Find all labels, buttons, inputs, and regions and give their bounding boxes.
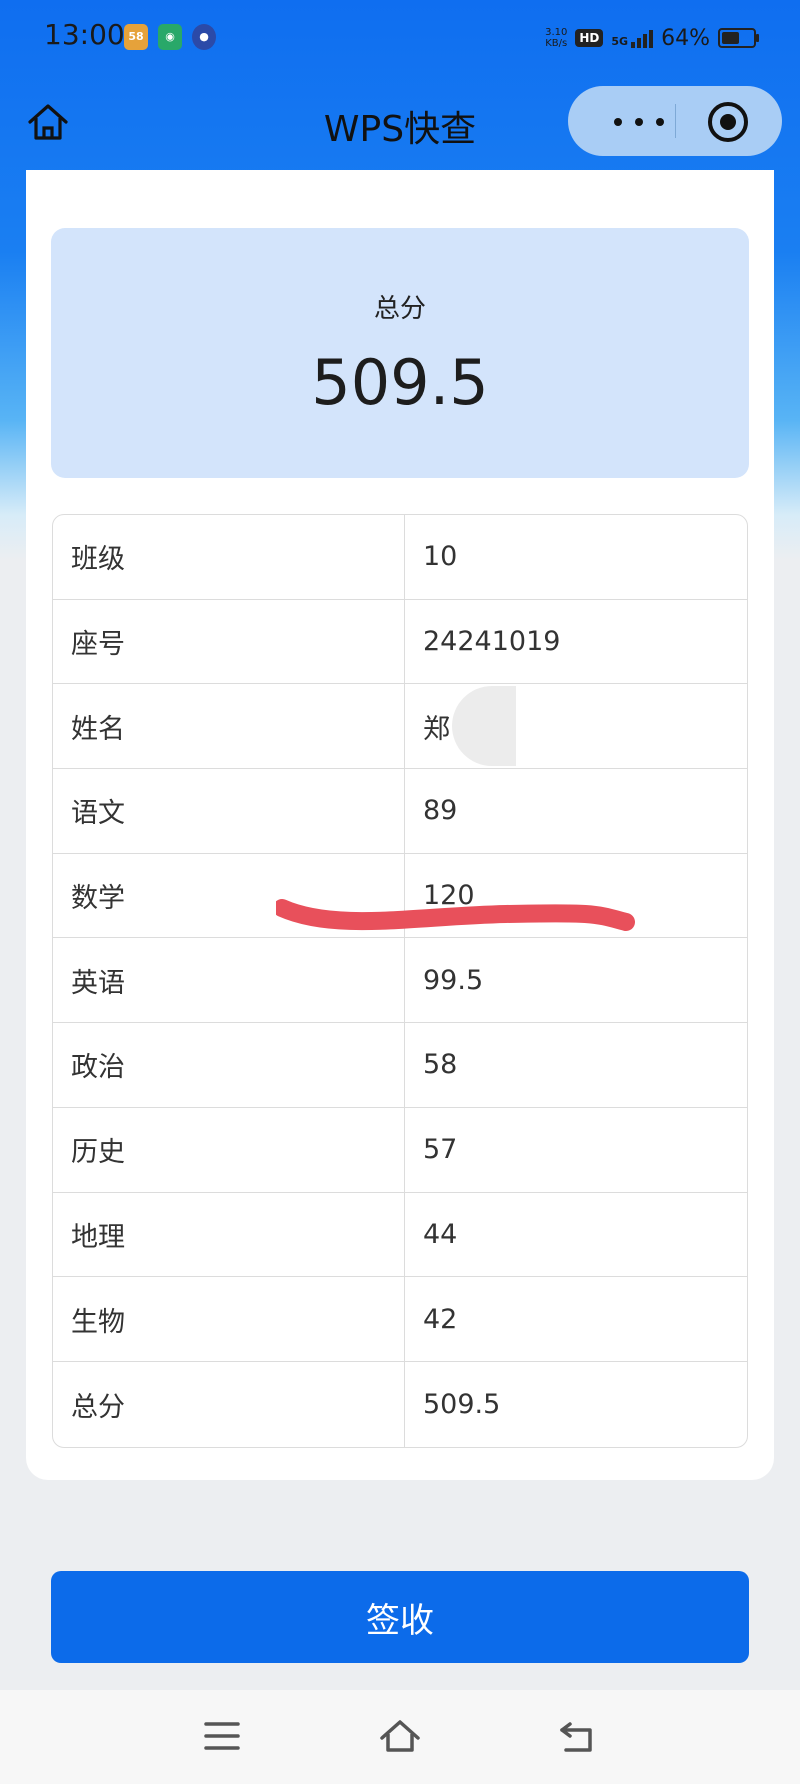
network-type: 5G xyxy=(611,35,629,48)
table-row: 语文 89 xyxy=(53,769,747,854)
row-key: 总分 xyxy=(53,1361,405,1447)
row-key: 地理 xyxy=(53,1192,405,1277)
total-score-value: 509.5 xyxy=(311,346,489,419)
row-key: 班级 xyxy=(53,515,405,599)
total-score-label: 总分 xyxy=(373,294,426,324)
home-icon[interactable] xyxy=(378,1716,422,1756)
capsule-divider xyxy=(675,104,676,138)
row-value: 42 xyxy=(423,1303,458,1335)
row-key: 语文 xyxy=(53,769,405,853)
sign-button[interactable]: 签收 xyxy=(51,1571,749,1663)
row-value: 57 xyxy=(423,1134,458,1166)
more-dots-icon[interactable] xyxy=(614,118,664,126)
target-circle-icon[interactable] xyxy=(708,102,748,142)
table-row: 地理 44 xyxy=(53,1192,747,1278)
hd-badge: HD xyxy=(575,29,604,47)
table-row: 总分 509.5 xyxy=(53,1361,747,1447)
row-value: 99.5 xyxy=(423,964,484,996)
net-speed-value: 3.10 xyxy=(545,27,568,38)
battery-percent: 64% xyxy=(661,25,710,51)
58-app-icon: 58 xyxy=(124,24,148,50)
status-time: 13:00 xyxy=(44,18,125,51)
row-key: 历史 xyxy=(53,1107,405,1192)
red-marker-stroke xyxy=(276,899,635,931)
status-right-group: 3.10 KB/s HD 5G 64% xyxy=(545,20,759,56)
wifi-app-icon: ◉ xyxy=(158,24,182,50)
table-row: 座号 24241019 xyxy=(53,599,747,685)
table-row: 英语 99.5 xyxy=(53,938,747,1024)
score-table: 班级 10 座号 24241019 姓名郑语文 89 数学 120 英语 99.5 政治 58 历史 57… xyxy=(52,514,748,1448)
row-key: 英语 xyxy=(53,938,405,1023)
row-value: 24241019 xyxy=(423,626,561,658)
row-value: 509.5 xyxy=(423,1388,501,1420)
signal-group: 5G xyxy=(611,28,654,48)
back-arrow-icon[interactable] xyxy=(556,1716,600,1756)
row-value: 58 xyxy=(423,1049,458,1081)
menu-lines-icon[interactable] xyxy=(200,1716,244,1756)
table-row: 政治 58 xyxy=(53,1023,747,1108)
table-row: 班级 10 xyxy=(53,515,747,600)
row-key: 座号 xyxy=(53,599,405,684)
status-bar: 13:00 58 ◉ ● 3.10 KB/s HD 5G 64% xyxy=(0,0,800,78)
row-value: 44 xyxy=(423,1218,458,1250)
signal-icon xyxy=(631,28,654,48)
row-key: 政治 xyxy=(53,1023,405,1107)
table-row: 姓名郑 xyxy=(53,684,747,770)
mini-program-nav: WPS快查 xyxy=(0,78,800,170)
row-key: 姓名 xyxy=(53,684,405,769)
table-row: 历史 57 xyxy=(53,1107,747,1193)
net-speed: 3.10 KB/s xyxy=(545,27,567,49)
table-row: 生物 42 xyxy=(53,1277,747,1362)
row-value: 89 xyxy=(423,795,458,827)
battery-icon xyxy=(718,28,759,48)
cat-app-icon: ● xyxy=(192,24,216,50)
capsule-menu xyxy=(568,86,782,156)
row-key: 生物 xyxy=(53,1277,405,1361)
system-navigation-bar xyxy=(0,1690,800,1784)
total-score-panel: 总分 509.5 xyxy=(51,228,749,478)
row-value: 10 xyxy=(423,541,458,573)
net-speed-unit: KB/s xyxy=(545,38,568,49)
